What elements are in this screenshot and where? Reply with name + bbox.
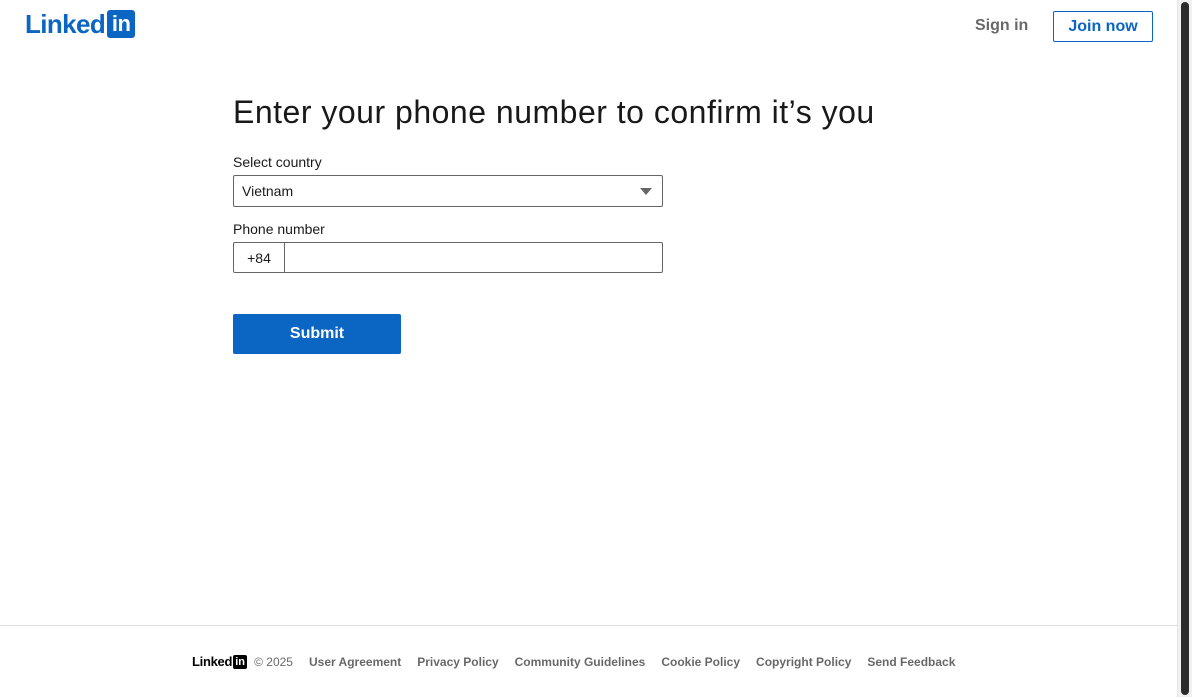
page-title: Enter your phone number to confirm it’s … [233, 94, 875, 130]
footer: Linked in © 2025 User Agreement Privacy … [0, 625, 1177, 698]
country-code-prefix: +84 [234, 243, 285, 272]
logo-wordmark: Linked [25, 9, 106, 39]
footer-link-community-guidelines[interactable]: Community Guidelines [515, 655, 646, 669]
scrollbar-thumb[interactable] [1181, 2, 1189, 695]
phone-field: +84 [233, 242, 663, 273]
footer-link-user-agreement[interactable]: User Agreement [309, 655, 401, 669]
copyright-text: © 2025 [254, 655, 293, 669]
footer-link-privacy-policy[interactable]: Privacy Policy [417, 655, 498, 669]
phone-number-label: Phone number [233, 221, 325, 237]
footer-link-send-feedback[interactable]: Send Feedback [867, 655, 955, 669]
country-select[interactable]: Vietnam [233, 175, 663, 207]
footer-linkedin-logo: Linked in [192, 654, 248, 669]
select-country-label: Select country [233, 154, 322, 170]
page: Linked in Sign in Join now Enter your ph… [0, 0, 1177, 697]
logo-in-box: in [107, 10, 136, 38]
sign-in-link[interactable]: Sign in [975, 14, 1028, 38]
country-select-value: Vietnam [242, 183, 294, 199]
chevron-down-icon [640, 188, 652, 195]
submit-button[interactable]: Submit [233, 314, 401, 354]
footer-content: Linked in © 2025 User Agreement Privacy … [192, 654, 955, 670]
vertical-scrollbar[interactable] [1177, 0, 1192, 697]
footer-logo-wordmark: Linked [192, 654, 233, 669]
footer-logo-in-box: in [233, 655, 248, 669]
phone-number-input[interactable] [285, 243, 662, 272]
linkedin-logo[interactable]: Linked in [25, 9, 136, 39]
footer-link-copyright-policy[interactable]: Copyright Policy [756, 655, 851, 669]
join-now-button[interactable]: Join now [1053, 11, 1153, 42]
footer-link-cookie-policy[interactable]: Cookie Policy [661, 655, 740, 669]
